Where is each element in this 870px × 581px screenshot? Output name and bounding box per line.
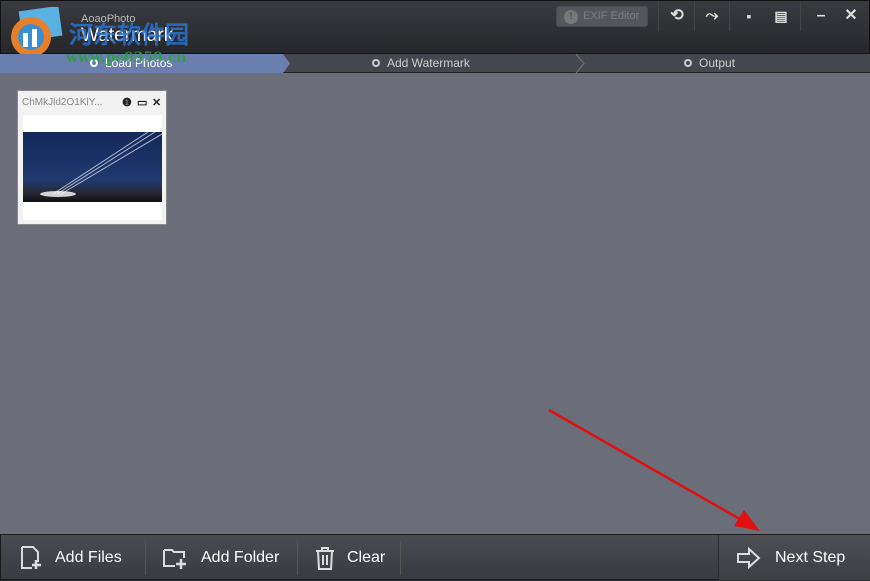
hammer-icon[interactable]: ⤳ <box>697 3 727 29</box>
clear-button[interactable]: Clear <box>313 535 385 581</box>
add-folder-label: Add Folder <box>201 549 280 566</box>
watermark-site-name: 河东软件园 <box>69 20 189 49</box>
register-icon[interactable]: ▤ <box>766 3 796 29</box>
info-icon[interactable]: ❶ <box>122 96 132 109</box>
photo-workspace[interactable]: ChMkJld2O1KlY... ❶ ▭ ✕ <box>0 73 870 534</box>
next-step-button[interactable]: Next Step <box>718 535 870 580</box>
title-bar: AoaoPhoto Watermark 河东软件园 ! EXIF Editor ⟲… <box>0 0 870 57</box>
photo-card[interactable]: ChMkJld2O1KlY... ❶ ▭ ✕ <box>17 90 167 225</box>
add-file-icon <box>21 546 41 569</box>
exclamation-icon: ! <box>564 10 578 24</box>
step-label: Add Watermark <box>387 56 470 70</box>
photo-name: ChMkJld2O1KlY... <box>22 97 103 108</box>
exif-editor-button[interactable]: ! EXIF Editor <box>556 6 648 27</box>
remove-icon[interactable]: ✕ <box>152 96 161 109</box>
watermark-url: www.pc0359.cn <box>66 50 187 66</box>
step-add-watermark[interactable]: Add Watermark <box>372 54 470 73</box>
add-files-label: Add Files <box>55 549 122 566</box>
step-label: Output <box>699 56 736 70</box>
chat-icon[interactable]: ▪ <box>734 3 764 29</box>
step-dot-icon <box>372 59 380 67</box>
add-files-button[interactable]: Add Files <box>19 535 122 581</box>
trash-icon <box>316 547 334 570</box>
close-icon[interactable]: ✕ <box>836 3 866 29</box>
chevron-right-icon <box>575 54 585 73</box>
step-output[interactable]: Output <box>684 54 735 73</box>
add-folder-button[interactable]: Add Folder <box>163 535 279 581</box>
undo-icon[interactable]: ⟲ <box>662 3 692 29</box>
exif-editor-label: EXIF Editor <box>583 10 640 22</box>
arrow-right-icon <box>737 546 761 570</box>
maximize-icon[interactable]: ▭ <box>137 96 147 109</box>
clear-label: Clear <box>347 549 386 566</box>
bottom-toolbar: Add Files Add Folder Clear Next Step <box>0 534 870 580</box>
next-step-label: Next Step <box>775 549 846 566</box>
photo-thumbnail <box>23 115 162 220</box>
add-folder-icon <box>163 549 186 569</box>
minimize-icon[interactable]: – <box>806 3 836 29</box>
step-dot-icon <box>684 59 692 67</box>
